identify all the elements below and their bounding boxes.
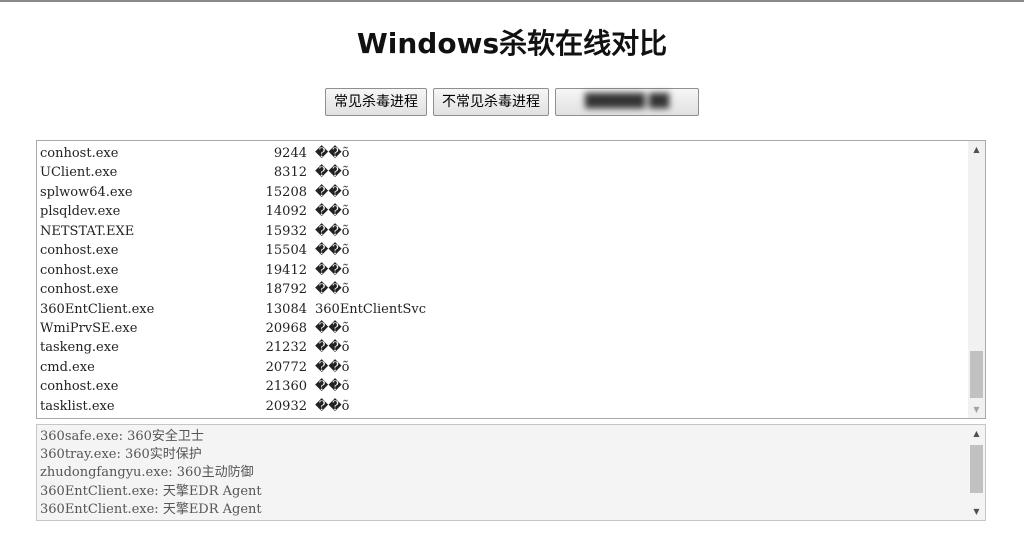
process-row: 360EntClient.exe 13084 360EntClientSvc: [40, 300, 965, 319]
process-row: conhost.exe 18792 ��õ: [40, 280, 965, 299]
process-name: tasklist.exe: [40, 398, 115, 414]
process-service: ��õ: [315, 379, 350, 395]
process-name: WmiPrvSE.exe: [40, 320, 138, 336]
scroll-thumb[interactable]: [970, 445, 983, 493]
process-service: ��õ: [315, 320, 350, 336]
process-service: ��õ: [315, 398, 350, 414]
scroll-thumb[interactable]: [970, 351, 983, 398]
process-service: ��õ: [315, 146, 350, 161]
button-row: 常见杀毒进程 不常见杀毒进程 ██████ ██: [0, 88, 1024, 116]
process-name: 360EntClient.exe: [40, 301, 155, 317]
result-line: zhudongfangyu.exe: 360主动防御: [40, 465, 254, 481]
process-name: NETSTAT.EXE: [40, 223, 135, 239]
process-pid: 18792: [265, 282, 307, 298]
scroll-up-icon[interactable]: ▲: [968, 141, 985, 158]
process-service: ��õ: [315, 184, 350, 200]
result-line: 360EntClient.exe: 天擎EDR Agent: [40, 501, 262, 517]
process-row: WmiPrvSE.exe 20968 ��õ: [40, 319, 965, 338]
uncommon-av-button[interactable]: 不常见杀毒进程: [433, 88, 549, 116]
process-service: ��õ: [315, 223, 350, 239]
result-line: 360safe.exe: 360安全卫士: [40, 429, 204, 444]
process-name: cmd.exe: [40, 359, 95, 375]
process-name: UClient.exe: [40, 165, 118, 181]
process-service: ��õ: [315, 243, 350, 259]
process-service: ��õ: [315, 204, 350, 220]
process-pid: 15932: [265, 223, 307, 239]
process-name: splwow64.exe: [40, 184, 133, 200]
process-row: UClient.exe 8312 ��õ: [40, 163, 965, 182]
process-service: ��õ: [315, 262, 350, 278]
process-name: conhost.exe: [40, 243, 119, 259]
process-row: conhost.exe 9244 ��õ: [40, 144, 965, 163]
process-row: tasklist.exe 20932 ��õ: [40, 397, 965, 416]
third-button-redacted[interactable]: ██████ ██: [555, 88, 699, 116]
process-name: conhost.exe: [40, 282, 119, 298]
process-pid: 13084: [265, 301, 307, 317]
process-service: ��õ: [315, 282, 350, 298]
result-list: 360safe.exe: 360安全卫士 360tray.exe: 360实时保护…: [40, 428, 965, 519]
process-row: conhost.exe 19412 ��õ: [40, 261, 965, 280]
process-pid: 20932: [265, 398, 307, 414]
process-pid: 14092: [265, 204, 307, 220]
process-pid: 20968: [265, 320, 307, 336]
result-line: 360EntClient.exe: 天擎EDR Agent: [40, 483, 262, 499]
process-row: plsqldev.exe 14092 ��õ: [40, 202, 965, 221]
process-scrollbar[interactable]: ▲ ▼: [968, 141, 985, 418]
process-pid: 21360: [265, 379, 307, 395]
process-name: taskeng.exe: [40, 340, 119, 356]
process-service: 360EntClientSvc: [315, 301, 426, 317]
process-name: conhost.exe: [40, 146, 119, 161]
process-service: ��õ: [315, 165, 350, 181]
process-name: plsqldev.exe: [40, 204, 121, 220]
process-row: splwow64.exe 15208 ��õ: [40, 183, 965, 202]
scroll-down-icon[interactable]: ▼: [968, 503, 985, 520]
common-av-button[interactable]: 常见杀毒进程: [325, 88, 427, 116]
process-service: ��õ: [315, 359, 350, 375]
top-border: [0, 0, 1024, 2]
result-line: 360tray.exe: 360实时保护: [40, 447, 202, 463]
result-output-textarea[interactable]: 360safe.exe: 360安全卫士 360tray.exe: 360实时保护…: [36, 424, 986, 521]
process-pid: 15208: [265, 184, 307, 200]
process-pid: 15504: [265, 243, 307, 259]
process-row: taskeng.exe 21232 ��õ: [40, 338, 965, 357]
redacted-label: ██████ ██: [584, 94, 670, 109]
process-service: ��õ: [315, 340, 350, 356]
scroll-up-icon[interactable]: ▲: [968, 425, 985, 442]
process-pid: 21232: [265, 340, 307, 356]
process-name: conhost.exe: [40, 379, 119, 395]
process-pid: 8312: [273, 165, 307, 181]
result-scrollbar[interactable]: ▲ ▼: [968, 425, 985, 520]
process-row: cmd.exe 20772 ��õ: [40, 358, 965, 377]
process-input-textarea[interactable]: conhost.exe 9244 ��õ UClient.exe 8312 ��õ splw…: [36, 140, 986, 419]
process-name: conhost.exe: [40, 262, 119, 278]
process-row: conhost.exe 21360 ��õ: [40, 377, 965, 396]
process-list: conhost.exe 9244 ��õ UClient.exe 8312 ��õ splw…: [40, 144, 965, 416]
process-pid: 19412: [265, 262, 307, 278]
process-pid: 9244: [273, 146, 307, 161]
process-row: conhost.exe 15504 ��õ: [40, 241, 965, 260]
process-row: NETSTAT.EXE 15932 ��õ: [40, 222, 965, 241]
page-title: Windows杀软在线对比: [356, 27, 668, 60]
scroll-down-icon[interactable]: ▼: [968, 401, 985, 418]
process-pid: 20772: [265, 359, 307, 375]
